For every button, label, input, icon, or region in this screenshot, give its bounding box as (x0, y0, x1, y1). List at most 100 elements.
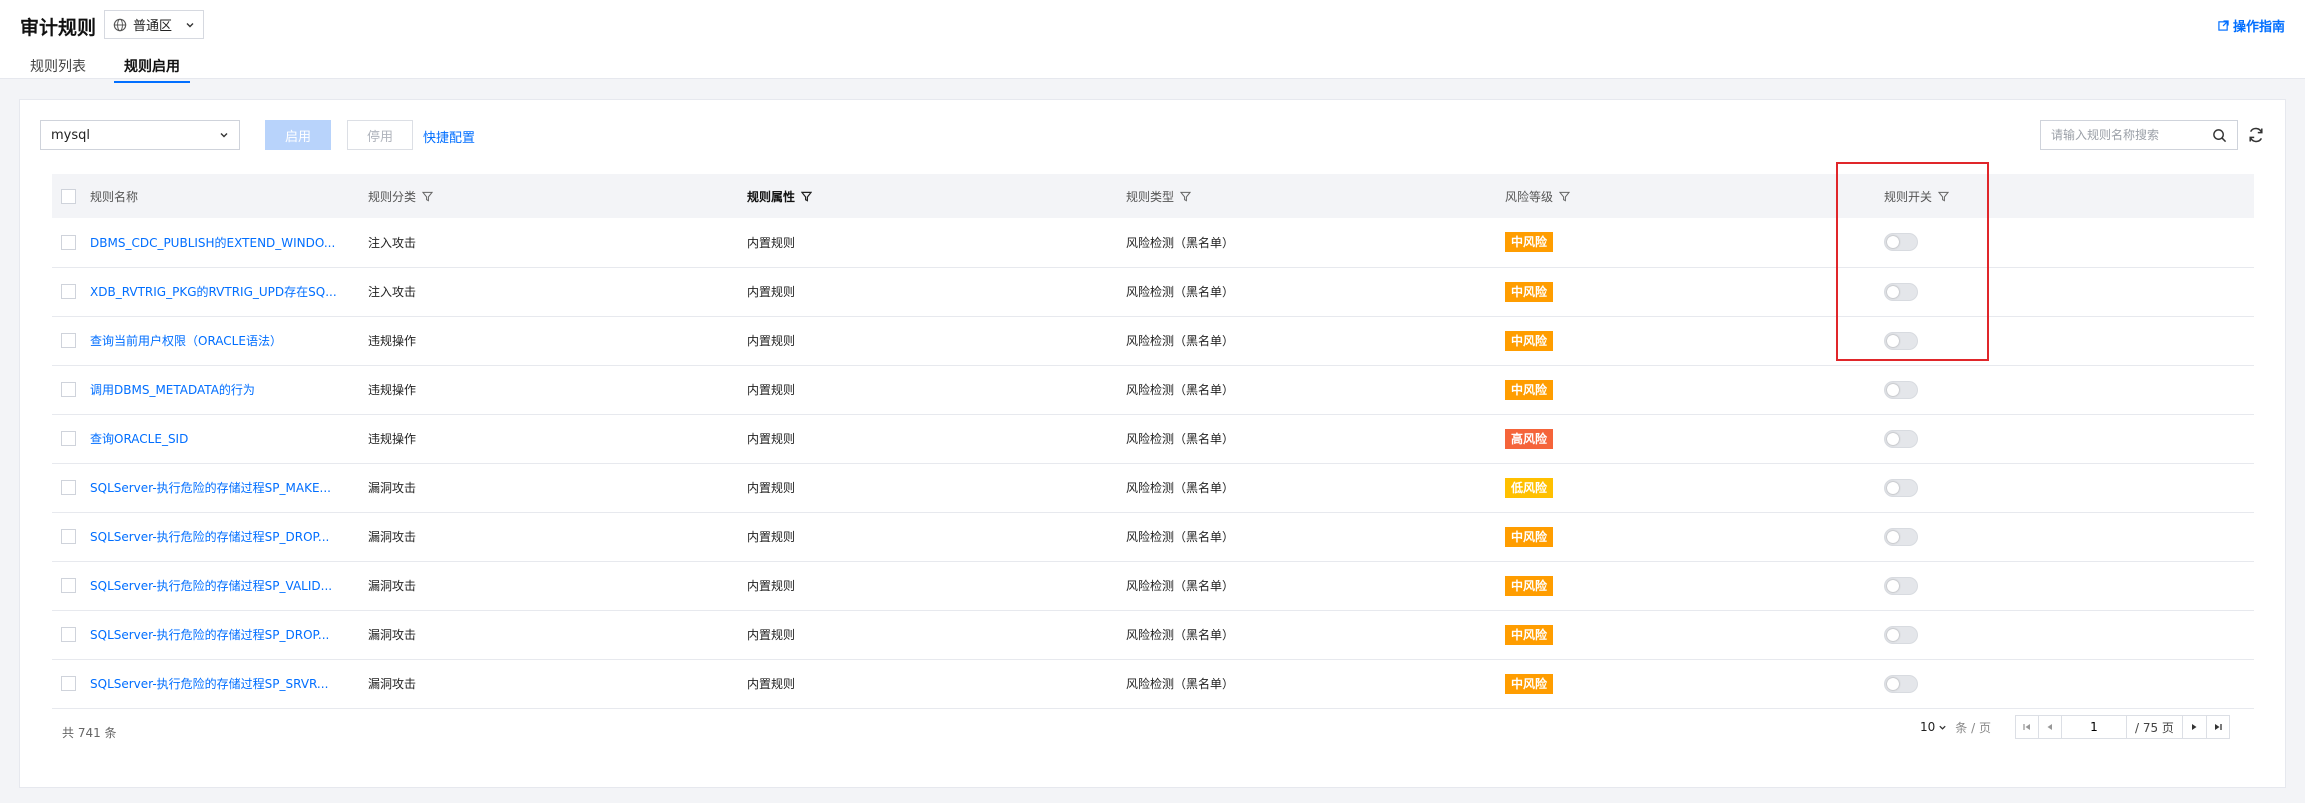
rule-switch-toggle[interactable] (1884, 625, 1918, 644)
filter-icon[interactable] (1937, 191, 1950, 202)
rule-name-link[interactable]: DBMS_CDC_PUBLISH的EXTEND_WINDO... (90, 236, 335, 250)
toggle-knob (1887, 628, 1899, 641)
rule-name-cell: SQLServer-执行危险的存储过程SP_MAKE... (78, 463, 356, 512)
risk-level-cell: 中风险 (1493, 267, 1872, 316)
rule-switch-cell (1872, 610, 2254, 659)
pagination: 10 条 / 页 / 75 页 (1920, 715, 2230, 739)
rule-name-link[interactable]: XDB_RVTRIG_PKG的RVTRIG_UPD存在SQ... (90, 285, 337, 299)
row-checkbox[interactable] (61, 627, 76, 642)
rule-attr-cell: 内置规则 (747, 677, 796, 691)
row-select-cell (52, 414, 78, 463)
rule-switch-toggle[interactable] (1884, 527, 1918, 546)
row-checkbox[interactable] (61, 234, 76, 250)
rule-switch-toggle[interactable] (1884, 674, 1918, 693)
table-row: SQLServer-执行危险的存储过程SP_VALID... 漏洞攻击 内置规则 风险… (52, 561, 2254, 610)
first-page-icon (2023, 724, 2030, 730)
rule-attr-cell: 内置规则 (747, 432, 796, 446)
row-checkbox[interactable] (61, 431, 76, 446)
rule-switch-toggle[interactable] (1884, 282, 1918, 301)
row-checkbox[interactable] (61, 333, 76, 348)
risk-badge: 中风险 (1505, 281, 1554, 302)
select-all-checkbox[interactable] (61, 188, 76, 204)
col-rule-type: 规则类型 (1114, 174, 1493, 218)
row-checkbox[interactable] (61, 284, 76, 299)
rule-name-link[interactable]: SQLServer-执行危险的存储过程SP_DROP... (90, 530, 329, 544)
rule-type-cell: 风险检测（黑名单） (1126, 628, 1235, 642)
rule-type-cell: 风险检测（黑名单） (1126, 677, 1235, 691)
rule-category-cell: 漏洞攻击 (368, 530, 417, 544)
quick-config-link[interactable]: 快捷配置 (423, 127, 475, 146)
filter-icon[interactable] (421, 191, 434, 202)
refresh-icon[interactable] (2246, 125, 2266, 145)
table-row: 查询ORACLE_SID 违规操作 内置规则 风险检测（黑名单） 高风险 (52, 414, 2254, 463)
row-select-cell (52, 218, 78, 267)
total-count: 共 741 条 (62, 726, 117, 740)
rule-category-cell: 注入攻击 (368, 235, 417, 250)
row-checkbox[interactable] (61, 676, 76, 691)
prev-page-button[interactable] (2037, 715, 2062, 739)
last-page-icon (2214, 724, 2222, 730)
rule-type-cell: 风险检测（黑名单） (1126, 579, 1235, 593)
row-checkbox[interactable] (61, 382, 76, 397)
search-icon[interactable] (2212, 128, 2227, 143)
table-row: 调用DBMS_METADATA的行为 违规操作 内置规则 风险检测（黑名单） 中风险 (52, 365, 2254, 414)
rule-switch-toggle[interactable] (1884, 380, 1918, 399)
rule-name-link[interactable]: SQLServer-执行危险的存储过程SP_VALID... (90, 579, 332, 593)
tab-rule-list[interactable]: 规则列表 (30, 52, 86, 83)
rule-name-link[interactable]: 查询ORACLE_SID (90, 432, 188, 446)
rule-name-link[interactable]: SQLServer-执行危险的存储过程SP_MAKE... (90, 481, 331, 495)
risk-level-cell: 中风险 (1493, 512, 1872, 561)
rule-switch-toggle[interactable] (1884, 478, 1918, 497)
first-page-button[interactable] (2014, 715, 2039, 739)
row-select-cell (52, 463, 78, 512)
filter-icon[interactable] (800, 191, 813, 202)
tab-rule-enable[interactable]: 规则启用 (114, 52, 190, 83)
row-checkbox[interactable] (61, 529, 76, 544)
rule-switch-cell (1872, 659, 2254, 708)
db-type-select[interactable]: mysql (40, 120, 240, 150)
col-rule-switch: 规则开关 (1872, 174, 2254, 218)
rule-name-cell: SQLServer-执行危险的存储过程SP_DROP... (78, 512, 356, 561)
toggle-knob (1887, 677, 1899, 690)
rule-type-cell: 风险检测（黑名单） (1126, 432, 1235, 446)
rule-name-link[interactable]: SQLServer-执行危险的存储过程SP_DROP... (90, 628, 329, 642)
page-number-input[interactable] (2060, 715, 2127, 739)
content-card: mysql 启用 停用 快捷配置 规则名 (19, 99, 2286, 788)
risk-level-cell: 中风险 (1493, 659, 1872, 708)
rule-switch-toggle[interactable] (1884, 576, 1918, 595)
page-size-select[interactable]: 10 (1920, 720, 1947, 734)
next-page-button[interactable] (2182, 715, 2207, 739)
rule-name-link[interactable]: 查询当前用户权限（ORACLE语法） (90, 334, 282, 348)
table-header-row: 规则名称 规则分类 规则属性 规则类型 风险等级 规则开关 (52, 174, 2254, 218)
rule-name-link[interactable]: 调用DBMS_METADATA的行为 (90, 383, 255, 397)
rule-switch-toggle[interactable] (1884, 331, 1918, 350)
table-row: SQLServer-执行危险的存储过程SP_DROP... 漏洞攻击 内置规则 风险检… (52, 512, 2254, 561)
search-input[interactable] (2051, 128, 2212, 142)
disable-button[interactable]: 停用 (347, 120, 413, 150)
row-select-cell (52, 512, 78, 561)
filter-icon[interactable] (1179, 191, 1192, 202)
row-checkbox[interactable] (61, 578, 76, 593)
rule-switch-toggle[interactable] (1884, 429, 1918, 448)
guide-link[interactable]: 操作指南 (2218, 16, 2285, 35)
enable-button[interactable]: 启用 (265, 120, 331, 150)
last-page-button[interactable] (2205, 715, 2230, 739)
page-total: / 75 页 (2126, 715, 2183, 739)
rule-attr-cell: 内置规则 (747, 334, 796, 348)
row-select-cell (52, 659, 78, 708)
filter-icon[interactable] (1558, 191, 1571, 202)
row-select-cell (52, 365, 78, 414)
top-bar: 审计规则 普通区 操作指南 规则列表 规则启用 (0, 0, 2305, 83)
table-row: SQLServer-执行危险的存储过程SP_SRVR... 漏洞攻击 内置规则 风险检… (52, 659, 2254, 708)
rule-switch-cell (1872, 512, 2254, 561)
region-select[interactable]: 普通区 (104, 10, 204, 39)
rule-name-link[interactable]: SQLServer-执行危险的存储过程SP_SRVR... (90, 677, 328, 691)
row-checkbox[interactable] (61, 480, 76, 495)
rule-switch-toggle[interactable] (1884, 233, 1918, 252)
risk-level-cell: 中风险 (1493, 218, 1872, 267)
rule-name-cell: SQLServer-执行危险的存储过程SP_VALID... (78, 561, 356, 610)
toggle-knob (1887, 579, 1899, 592)
rule-type-cell: 风险检测（黑名单） (1126, 334, 1235, 348)
rule-category-cell: 漏洞攻击 (368, 579, 417, 593)
col-rule-name: 规则名称 (90, 189, 139, 204)
